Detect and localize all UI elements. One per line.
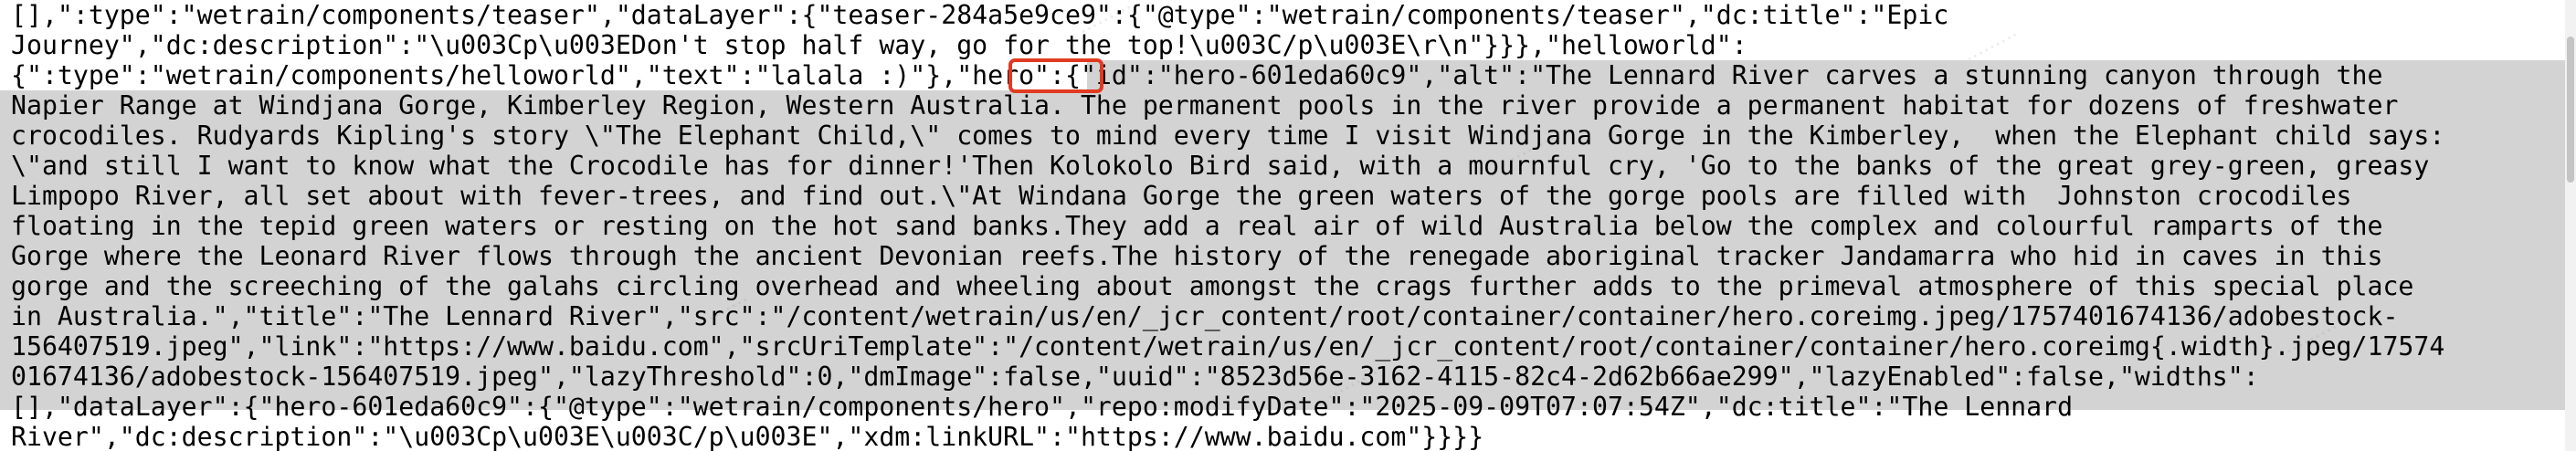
- json-text-line: \"and still I want to know what the Croc…: [11, 151, 2430, 181]
- json-text-line: crocodiles. Rudyards Kipling's story \"T…: [11, 121, 2445, 151]
- hero-key-annotation-box: [1008, 58, 1103, 93]
- json-text-line: [],"dataLayer":{"hero-601eda60c9":{"@typ…: [11, 392, 2074, 422]
- json-text-line: 156407519.jpeg","link":"https://www.baid…: [11, 331, 2445, 362]
- json-text-line: Limpopo River, all set about with fever-…: [11, 181, 2352, 211]
- scrollbar-thumb[interactable]: [2567, 37, 2574, 183]
- json-viewer-window: [],":type":"wetrain/components/teaser","…: [0, 0, 2576, 451]
- json-text-line: floating in the tepid green waters or re…: [11, 211, 2383, 241]
- json-text-line: Gorge where the Leonard River flows thro…: [11, 241, 2383, 271]
- json-text-line: gorge and the screeching of the galahs c…: [11, 271, 2414, 301]
- json-text-line: in Australia.","title":"The Lennard Rive…: [11, 301, 2399, 331]
- json-text-line: [],":type":"wetrain/components/teaser","…: [11, 0, 1949, 30]
- json-text-line: Napier Range at Windjana Gorge, Kimberle…: [11, 90, 2399, 121]
- json-text-line: River","dc:description":"\u003Cp\u003E\u…: [11, 422, 1484, 451]
- json-text-line: Journey","dc:description":"\u003Cp\u003E…: [11, 30, 1747, 60]
- json-text-line: {":type":"wetrain/components/helloworld"…: [11, 60, 2383, 90]
- json-response-viewer: [],":type":"wetrain/components/teaser","…: [0, 0, 2576, 451]
- vertical-scrollbar[interactable]: [2565, 0, 2576, 451]
- json-text-line: 01674136/adobestock-156407519.jpeg","laz…: [11, 362, 2259, 392]
